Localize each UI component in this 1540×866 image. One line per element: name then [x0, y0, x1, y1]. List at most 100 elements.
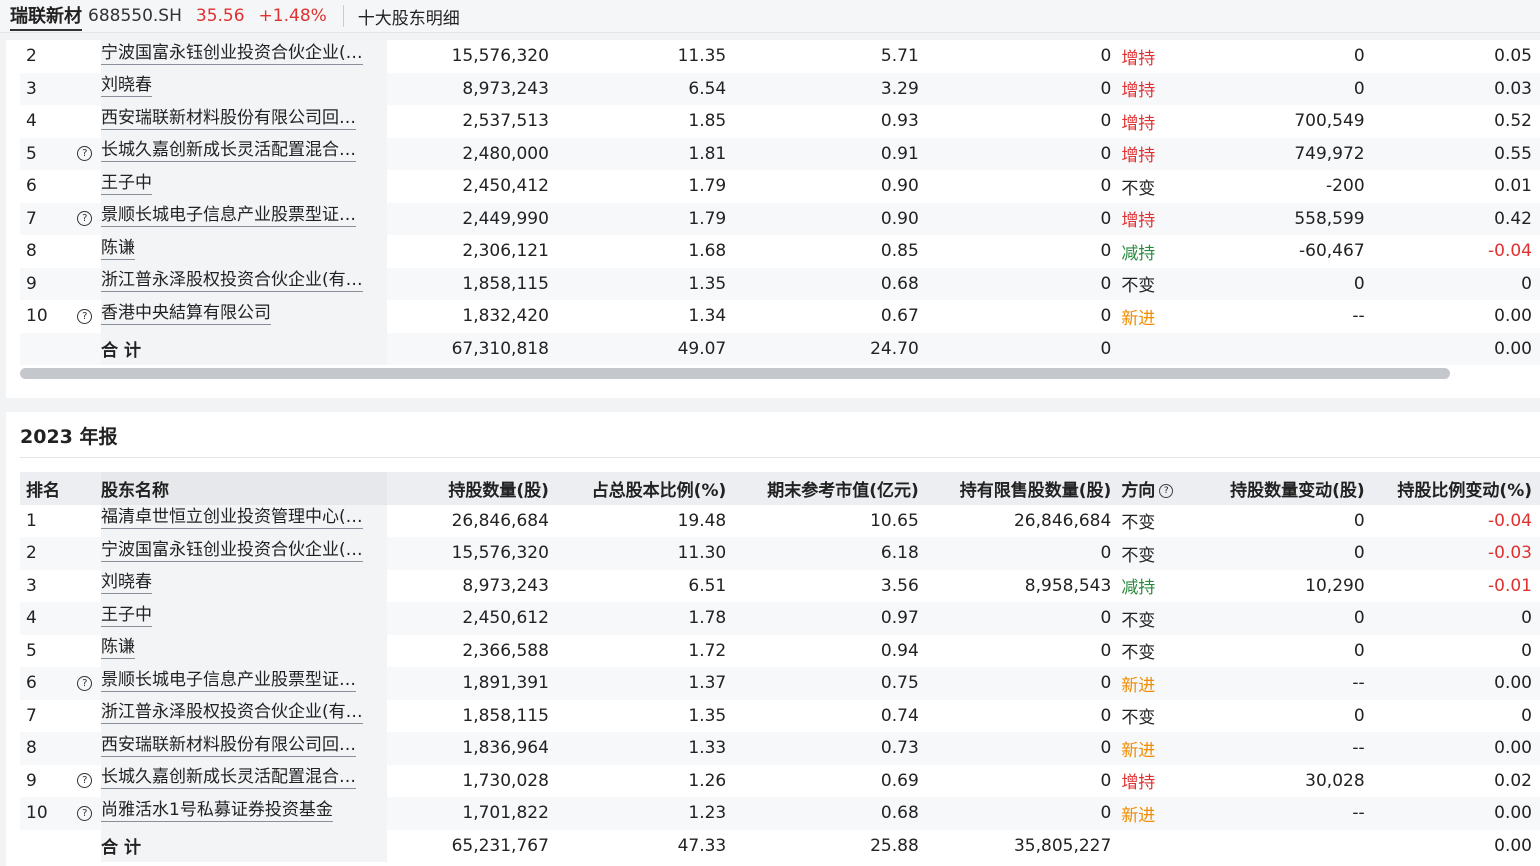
col-header-change-ratio[interactable]: 持股比例变动(%): [1364, 472, 1540, 505]
question-circle-icon[interactable]: ?: [77, 211, 93, 227]
change-cell: 0: [1192, 634, 1365, 667]
direction-label[interactable]: 新进: [1121, 676, 1155, 696]
horizontal-scrollbar[interactable]: [20, 368, 1450, 379]
restricted-cell: 0: [918, 667, 1112, 700]
icon-cell: [68, 170, 102, 203]
col-header-shares[interactable]: 持股数量(股): [386, 472, 549, 505]
table-row[interactable]: 7? 景顺长城电子信息产业股票型证… 2,449,990 1.79 0.90 0 增持 558…: [20, 202, 1540, 235]
change-ratio-cell: 0.00: [1364, 300, 1540, 333]
restricted-cell: 0: [918, 300, 1112, 333]
ratio-cell: 1.79: [548, 202, 727, 235]
holder-name-link[interactable]: 景顺长城电子信息产业股票型证…: [101, 205, 357, 228]
holder-name-link[interactable]: 西安瑞联新材料股份有限公司回…: [101, 735, 357, 757]
holder-name-cell: 景顺长城电子信息产业股票型证…: [101, 202, 387, 235]
direction-label[interactable]: 增持: [1121, 81, 1155, 101]
direction-label[interactable]: 减持: [1121, 244, 1155, 264]
table-row[interactable]: 5? 长城久嘉创新成长灵活配置混合… 2,480,000 1.81 0.91 0 增持 749…: [20, 137, 1540, 170]
holder-name-link[interactable]: 长城久嘉创新成长灵活配置混合…: [101, 140, 357, 163]
direction-label[interactable]: 新进: [1121, 741, 1155, 761]
direction-label[interactable]: 减持: [1121, 578, 1155, 598]
question-circle-icon[interactable]: ?: [1159, 483, 1174, 498]
holder-name-link[interactable]: 香港中央結算有限公司: [101, 303, 272, 325]
direction-label[interactable]: 新进: [1121, 309, 1155, 329]
holder-name-cell: 景顺长城电子信息产业股票型证…: [101, 667, 387, 700]
shares-cell: 1,701,822: [386, 797, 549, 830]
value-cell: 3.29: [726, 72, 919, 105]
holder-name-link[interactable]: 刘晓春: [101, 75, 153, 98]
icon-cell: [68, 732, 102, 765]
holder-name-link[interactable]: 尚雅活水1号私募证券投资基金: [101, 800, 333, 822]
table-row[interactable]: 8 陈谦 2,306,121 1.68 0.85 0 减持 -60,467 -0.04: [20, 235, 1540, 268]
stock-name-link[interactable]: 瑞联新材: [10, 2, 82, 31]
direction-label[interactable]: 增持: [1121, 211, 1155, 231]
table-row[interactable]: 4 西安瑞联新材料股份有限公司回… 2,537,513 1.85 0.93 0 增持 700,…: [20, 105, 1540, 138]
holder-name-link[interactable]: 福清卓世恒立创业投资管理中心(…: [101, 507, 363, 530]
restricted-cell: 0: [918, 602, 1112, 635]
shares-cell: 15,576,320: [386, 537, 549, 570]
holder-name-link[interactable]: 景顺长城电子信息产业股票型证…: [101, 670, 357, 692]
table-row[interactable]: 10? 尚雅活水1号私募证券投资基金 1,701,822 1.23 0.68 0 新进 -- 0…: [20, 797, 1540, 830]
col-header-change[interactable]: 持股数量变动(股): [1192, 472, 1365, 505]
direction-label[interactable]: 增持: [1121, 114, 1155, 134]
ratio-cell: 1.37: [548, 667, 727, 700]
table-row[interactable]: 2 宁波国富永钰创业投资合伙企业(… 15,576,320 11.30 6.18 0 不变 0…: [20, 537, 1540, 570]
table-row[interactable]: 2 宁波国富永钰创业投资合伙企业(… 15,576,320 11.35 5.71 0 增持 0…: [20, 40, 1540, 73]
holder-name-link[interactable]: 西安瑞联新材料股份有限公司回…: [101, 108, 357, 130]
holder-name-cell: 刘晓春: [101, 569, 387, 602]
table-row[interactable]: 3 刘晓春 8,973,243 6.51 3.56 8,958,543 减持 10,290 -0…: [20, 569, 1540, 602]
table-row[interactable]: 10? 香港中央結算有限公司 1,832,420 1.34 0.67 0 新进 -- 0.00: [20, 300, 1540, 333]
total-direction: [1111, 829, 1193, 862]
table-row[interactable]: 7 浙江普永泽股权投资合伙企业(有… 1,858,115 1.35 0.74 0 不变 0 0: [20, 699, 1540, 732]
table-row[interactable]: 6? 景顺长城电子信息产业股票型证… 1,891,391 1.37 0.75 0 新进 -- 0…: [20, 667, 1540, 700]
holder-name-link[interactable]: 刘晓春: [101, 572, 153, 595]
value-cell: 0.91: [726, 137, 919, 170]
holder-name-link[interactable]: 浙江普永泽股权投资合伙企业(有…: [101, 270, 363, 293]
icon-cell: [68, 504, 102, 537]
col-header-name[interactable]: 股东名称: [101, 472, 387, 505]
col-header-icon: [68, 472, 102, 505]
direction-label[interactable]: 增持: [1121, 49, 1155, 69]
total-label: 合 计: [101, 829, 387, 862]
question-circle-icon[interactable]: ?: [77, 675, 93, 691]
rank-cell: 7: [20, 202, 69, 235]
holders-table-2023: 排名 股东名称 持股数量(股) 占总股本比例(%) 期末参考市值(亿元) 持有限…: [20, 472, 1540, 862]
holder-name-link[interactable]: 王子中: [101, 173, 153, 195]
holder-name-link[interactable]: 王子中: [101, 605, 153, 627]
holder-name-link[interactable]: 宁波国富永钰创业投资合伙企业(…: [101, 540, 363, 562]
question-circle-icon[interactable]: ?: [77, 805, 93, 821]
holder-name-link[interactable]: 陈谦: [101, 637, 136, 660]
table-row[interactable]: 3 刘晓春 8,973,243 6.54 3.29 0 增持 0 0.03: [20, 72, 1540, 105]
col-header-rank[interactable]: 排名: [20, 472, 69, 505]
change-ratio-cell: 0.00: [1364, 797, 1540, 830]
col-header-restricted[interactable]: 持有限售股数量(股): [918, 472, 1112, 505]
change-cell: 749,972: [1192, 137, 1365, 170]
question-circle-icon[interactable]: ?: [77, 146, 93, 162]
table-row[interactable]: 1 福清卓世恒立创业投资管理中心(… 26,846,684 19.48 10.65 26,…: [20, 504, 1540, 537]
table-row[interactable]: 6 王子中 2,450,412 1.79 0.90 0 不变 -200 0.01: [20, 170, 1540, 203]
tab-top10-holders[interactable]: 十大股东明细: [358, 4, 460, 29]
holder-name-link[interactable]: 宁波国富永钰创业投资合伙企业(…: [101, 43, 363, 65]
question-circle-icon[interactable]: ?: [77, 773, 93, 789]
holder-name-link[interactable]: 长城久嘉创新成长灵活配置混合…: [101, 767, 357, 790]
direction-label[interactable]: 增持: [1121, 773, 1155, 793]
holder-name-link[interactable]: 浙江普永泽股权投资合伙企业(有…: [101, 702, 363, 725]
table-row[interactable]: 9? 长城久嘉创新成长灵活配置混合… 1,730,028 1.26 0.69 0 增持 30,…: [20, 764, 1540, 797]
table-row[interactable]: 4 王子中 2,450,612 1.78 0.97 0 不变 0 0: [20, 602, 1540, 635]
question-circle-icon[interactable]: ?: [77, 308, 93, 324]
direction-label[interactable]: 增持: [1121, 146, 1155, 166]
change-ratio-cell: 0: [1364, 602, 1540, 635]
table-row[interactable]: 5 陈谦 2,366,588 1.72 0.94 0 不变 0 0: [20, 634, 1540, 667]
col-header-ratio[interactable]: 占总股本比例(%): [548, 472, 727, 505]
holder-name-link[interactable]: 陈谦: [101, 238, 136, 260]
rank-cell: 3: [20, 569, 69, 602]
rank-cell: 10: [20, 797, 69, 830]
table-row[interactable]: 9 浙江普永泽股权投资合伙企业(有… 1,858,115 1.35 0.68 0 不变 0 0: [20, 267, 1540, 300]
col-header-direction[interactable]: 方向?: [1111, 472, 1193, 505]
table-row[interactable]: 8 西安瑞联新材料股份有限公司回… 1,836,964 1.33 0.73 0 新进 -- 0.…: [20, 732, 1540, 765]
value-cell: 0.85: [726, 235, 919, 268]
direction-label[interactable]: 新进: [1121, 806, 1155, 826]
col-header-value[interactable]: 期末参考市值(亿元): [726, 472, 919, 505]
ratio-cell: 1.23: [548, 797, 727, 830]
value-cell: 0.73: [726, 732, 919, 765]
holders-table-2023-body: 1 福清卓世恒立创业投资管理中心(… 26,846,684 19.48 10.65 26,…: [20, 504, 1540, 862]
